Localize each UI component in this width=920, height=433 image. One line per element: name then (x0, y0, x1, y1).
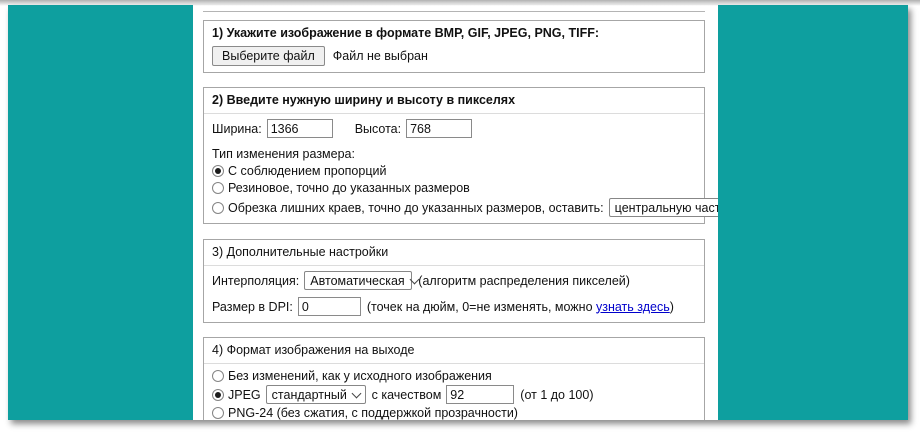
interpolation-hint: (алгоритм распределения пикселей) (418, 274, 630, 288)
interpolation-select[interactable]: Автоматическая (304, 271, 412, 290)
jpeg-quality-input[interactable] (446, 385, 514, 404)
top-divider (203, 11, 705, 12)
radio-format-png-label: PNG-24 (без сжатия, с поддержкой прозрач… (228, 406, 518, 420)
radio-format-unchanged[interactable] (212, 370, 224, 382)
divider (204, 265, 704, 266)
section-dimensions: 2) Введите нужную ширину и высоту в пикс… (203, 87, 705, 224)
section-output-title: 4) Формат изображения на выходе (212, 343, 696, 358)
radio-format-jpeg-label: JPEG (228, 388, 261, 402)
section-advanced-title: 3) Дополнительные настройки (212, 245, 696, 260)
radio-rubber[interactable] (212, 182, 224, 194)
dpi-hint: (точек на дюйм, 0=не изменять, можно узн… (367, 300, 674, 314)
divider (204, 363, 704, 364)
choose-file-button[interactable]: Выберите файл (212, 46, 325, 66)
radio-proportional-label: С соблюдением пропорций (228, 164, 386, 178)
radio-rubber-label: Резиновое, точно до указанных размеров (228, 181, 470, 195)
height-label: Высота: (355, 122, 401, 136)
crop-area-select[interactable]: центральную часть (609, 198, 718, 217)
jpeg-type-select[interactable]: стандартный (266, 385, 366, 404)
dpi-input[interactable] (298, 297, 361, 316)
jpeg-quality-hint: (от 1 до 100) (520, 388, 593, 402)
section-upload: 1) Укажите изображение в формате BMP, GI… (203, 20, 705, 73)
radio-format-unchanged-label: Без изменений, как у исходного изображен… (228, 369, 492, 383)
radio-crop[interactable] (212, 202, 224, 214)
crop-area-select-value: центральную часть (615, 201, 718, 215)
page: 1) Укажите изображение в формате BMP, GI… (0, 0, 920, 433)
height-input[interactable] (406, 119, 472, 138)
radio-format-png[interactable] (212, 407, 224, 419)
interpolation-label: Интерполяция: (212, 274, 299, 288)
form-column: 1) Укажите изображение в формате BMP, GI… (193, 5, 718, 420)
chevron-down-icon (351, 388, 361, 398)
dpi-hint-suffix: ) (670, 300, 674, 314)
divider (204, 113, 704, 114)
width-input[interactable] (267, 119, 333, 138)
jpeg-quality-label: с качеством (372, 388, 442, 402)
width-label: Ширина: (212, 122, 262, 136)
jpeg-type-select-value: стандартный (272, 388, 347, 402)
radio-proportional[interactable] (212, 165, 224, 177)
dpi-hint-prefix: (точек на дюйм, 0=не изменять, можно (367, 300, 596, 314)
section-output: 4) Формат изображения на выходе Без изме… (203, 337, 705, 420)
interpolation-select-value: Автоматическая (310, 274, 404, 288)
section-dimensions-title: 2) Введите нужную ширину и высоту в пикс… (212, 93, 696, 108)
radio-format-jpeg[interactable] (212, 389, 224, 401)
page-background: 1) Укажите изображение в формате BMP, GI… (8, 5, 908, 420)
section-advanced: 3) Дополнительные настройки Интерполяция… (203, 239, 705, 323)
resize-type-label: Тип изменения размера: (212, 147, 696, 161)
dpi-link[interactable]: узнать здесь (596, 300, 670, 314)
file-status-text: Файл не выбран (333, 49, 428, 63)
dpi-label: Размер в DPI: (212, 300, 293, 314)
radio-crop-label: Обрезка лишних краев, точно до указанных… (228, 201, 604, 215)
section-upload-title: 1) Укажите изображение в формате BMP, GI… (212, 26, 696, 41)
